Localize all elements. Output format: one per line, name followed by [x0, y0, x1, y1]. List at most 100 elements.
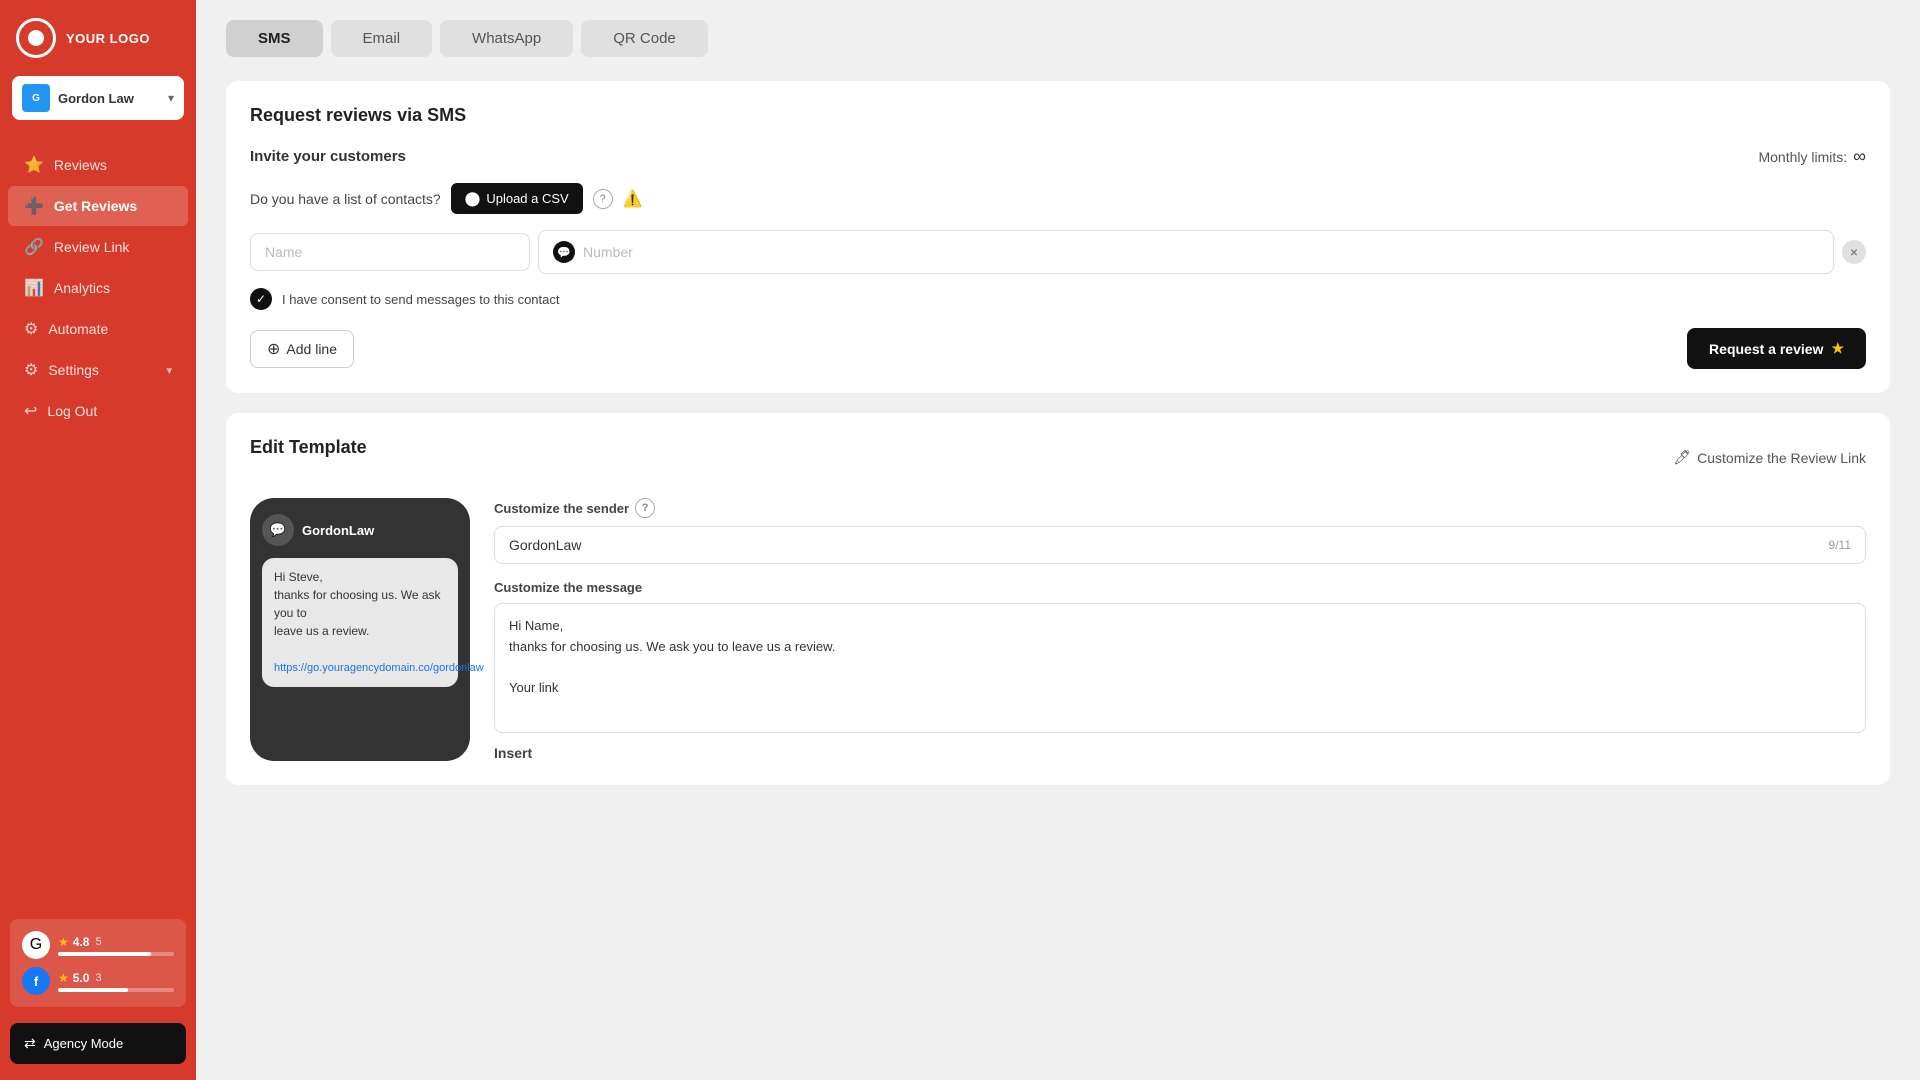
sender-input-wrap[interactable]: GordonLaw 9/11 — [494, 526, 1866, 564]
phone-link: https://go.youragencydomain.co/gordonlaw — [274, 662, 484, 674]
help-icon[interactable]: ? — [593, 189, 613, 209]
sidebar-item-logout[interactable]: ↩ Log Out — [8, 391, 188, 431]
phone-sender-name: GordonLaw — [302, 523, 374, 538]
facebook-count: 3 — [95, 972, 101, 984]
upload-csv-button[interactable]: ⬤ Upload a CSV — [451, 183, 583, 214]
tab-email[interactable]: Email — [331, 20, 433, 57]
invite-header: Invite your customers Monthly limits: ∞ — [250, 146, 1866, 167]
sidebar-item-label-reviews: Reviews — [54, 157, 107, 173]
agency-mode-label: Agency Mode — [44, 1036, 124, 1051]
edit-template-header: Edit Template 🖊 Customize the Review Lin… — [250, 437, 1866, 478]
google-bar-fill — [58, 952, 151, 956]
sidebar-logo: YOUR LOGO — [0, 0, 196, 76]
account-info: G Gordon Law — [22, 84, 134, 112]
customize-message-label: Customize the message — [494, 580, 1866, 595]
agency-mode-button[interactable]: ⇄ Agency Mode — [10, 1023, 186, 1064]
tab-sms[interactable]: SMS — [226, 20, 323, 57]
sidebar: YOUR LOGO G Gordon Law ▾ ⭐ Reviews ➕ Get… — [0, 0, 196, 1080]
google-stat-row: G ★ 4.8 5 — [22, 931, 174, 959]
phone-header: 💬 GordonLaw — [262, 514, 458, 546]
message-content: Hi Name,thanks for choosing us. We ask y… — [509, 618, 835, 695]
logo-icon — [16, 18, 56, 58]
sidebar-nav: ⭐ Reviews ➕ Get Reviews 🔗 Review Link 📊 … — [0, 136, 196, 911]
tabs-bar: SMS Email WhatsApp QR Code — [196, 0, 1920, 57]
insert-label: Insert — [494, 745, 1866, 761]
csv-question: Do you have a list of contacts? — [250, 191, 441, 207]
monthly-limits-label: Monthly limits: — [1758, 149, 1847, 165]
sidebar-item-reviews[interactable]: ⭐ Reviews — [8, 145, 188, 185]
template-right: Customize the sender ? GordonLaw 9/11 Cu… — [494, 498, 1866, 761]
invite-section: Request reviews via SMS Invite your cust… — [226, 81, 1890, 393]
google-score: 4.8 — [73, 935, 90, 949]
contact-row: 💬 × — [250, 230, 1866, 274]
request-review-label: Request a review — [1709, 341, 1823, 357]
phone-avatar: 💬 — [262, 514, 294, 546]
phone-message-text: Hi Steve,thanks for choosing us. We ask … — [274, 570, 441, 638]
sidebar-item-label-settings: Settings — [48, 362, 99, 378]
sidebar-item-label-analytics: Analytics — [54, 280, 110, 296]
remove-contact-button[interactable]: × — [1842, 240, 1866, 264]
number-input[interactable] — [583, 244, 1819, 260]
name-input[interactable] — [250, 233, 530, 271]
sidebar-item-automate[interactable]: ⚙ Automate — [8, 309, 188, 349]
review-link-icon: 🔗 — [24, 237, 44, 257]
sms-icon: 💬 — [553, 241, 575, 263]
logo-text: YOUR LOGO — [66, 31, 150, 46]
number-input-wrap: 💬 — [538, 230, 1834, 274]
facebook-icon: f — [22, 967, 50, 995]
google-icon: G — [22, 931, 50, 959]
sender-value: GordonLaw — [509, 537, 581, 553]
actions-row: ⊕ Add line Request a review ★ — [250, 328, 1866, 369]
sidebar-item-get-reviews[interactable]: ➕ Get Reviews — [8, 186, 188, 226]
csv-icon: ⬤ — [465, 190, 481, 207]
phone-message-bubble: Hi Steve,thanks for choosing us. We ask … — [262, 558, 458, 687]
settings-chevron-icon: ▾ — [166, 364, 172, 377]
sender-help-icon[interactable]: ? — [635, 498, 655, 518]
customize-link-label: Customize the Review Link — [1697, 450, 1866, 466]
edit-template-section: Edit Template 🖊 Customize the Review Lin… — [226, 413, 1890, 785]
add-line-button[interactable]: ⊕ Add line — [250, 330, 354, 368]
google-bar — [58, 952, 174, 956]
chevron-down-icon: ▾ — [168, 91, 174, 105]
warning-icon: ⚠️ — [623, 189, 643, 209]
star-btn-icon: ★ — [1831, 340, 1844, 357]
account-switcher[interactable]: G Gordon Law ▾ — [12, 76, 184, 120]
google-count: 5 — [95, 936, 101, 948]
sidebar-item-analytics[interactable]: 📊 Analytics — [8, 268, 188, 308]
sidebar-item-label-review-link: Review Link — [54, 239, 129, 255]
invite-label: Invite your customers — [250, 148, 406, 165]
sidebar-item-label-automate: Automate — [48, 321, 108, 337]
request-review-button[interactable]: Request a review ★ — [1687, 328, 1866, 369]
message-textarea[interactable]: Hi Name,thanks for choosing us. We ask y… — [494, 603, 1866, 733]
google-star-icon: ★ — [58, 935, 69, 949]
agency-mode-icon: ⇄ — [24, 1035, 36, 1052]
facebook-bar — [58, 988, 174, 992]
customize-review-link[interactable]: 🖊 Customize the Review Link — [1673, 449, 1866, 466]
facebook-score: 5.0 — [73, 971, 90, 985]
monthly-limits: Monthly limits: ∞ — [1758, 146, 1866, 167]
template-body: 💬 GordonLaw Hi Steve,thanks for choosing… — [250, 498, 1866, 761]
upload-csv-label: Upload a CSV — [486, 191, 568, 206]
csv-row: Do you have a list of contacts? ⬤ Upload… — [250, 183, 1866, 214]
sidebar-item-label-get-reviews: Get Reviews — [54, 198, 137, 214]
tab-whatsapp[interactable]: WhatsApp — [440, 20, 573, 57]
facebook-stat-row: f ★ 5.0 3 — [22, 967, 174, 995]
consent-checkbox[interactable]: ✓ — [250, 288, 272, 310]
sidebar-item-settings[interactable]: ⚙ Settings ▾ — [8, 350, 188, 390]
sidebar-item-label-logout: Log Out — [47, 403, 97, 419]
content-area: Request reviews via SMS Invite your cust… — [196, 57, 1920, 829]
add-icon: ⊕ — [267, 339, 280, 359]
customize-sender-label: Customize the sender ? — [494, 498, 1866, 518]
sidebar-item-review-link[interactable]: 🔗 Review Link — [8, 227, 188, 267]
logout-icon: ↩ — [24, 401, 37, 421]
account-name: Gordon Law — [58, 91, 134, 106]
invite-section-title: Request reviews via SMS — [250, 105, 1866, 126]
add-line-label: Add line — [286, 341, 337, 357]
pen-icon: 🖊 — [1673, 449, 1691, 466]
tab-qr-code[interactable]: QR Code — [581, 20, 708, 57]
infinity-icon: ∞ — [1853, 146, 1866, 167]
account-icon: G — [22, 84, 50, 112]
facebook-star-icon: ★ — [58, 971, 69, 985]
edit-template-title: Edit Template — [250, 437, 367, 458]
consent-row: ✓ I have consent to send messages to thi… — [250, 288, 1866, 310]
